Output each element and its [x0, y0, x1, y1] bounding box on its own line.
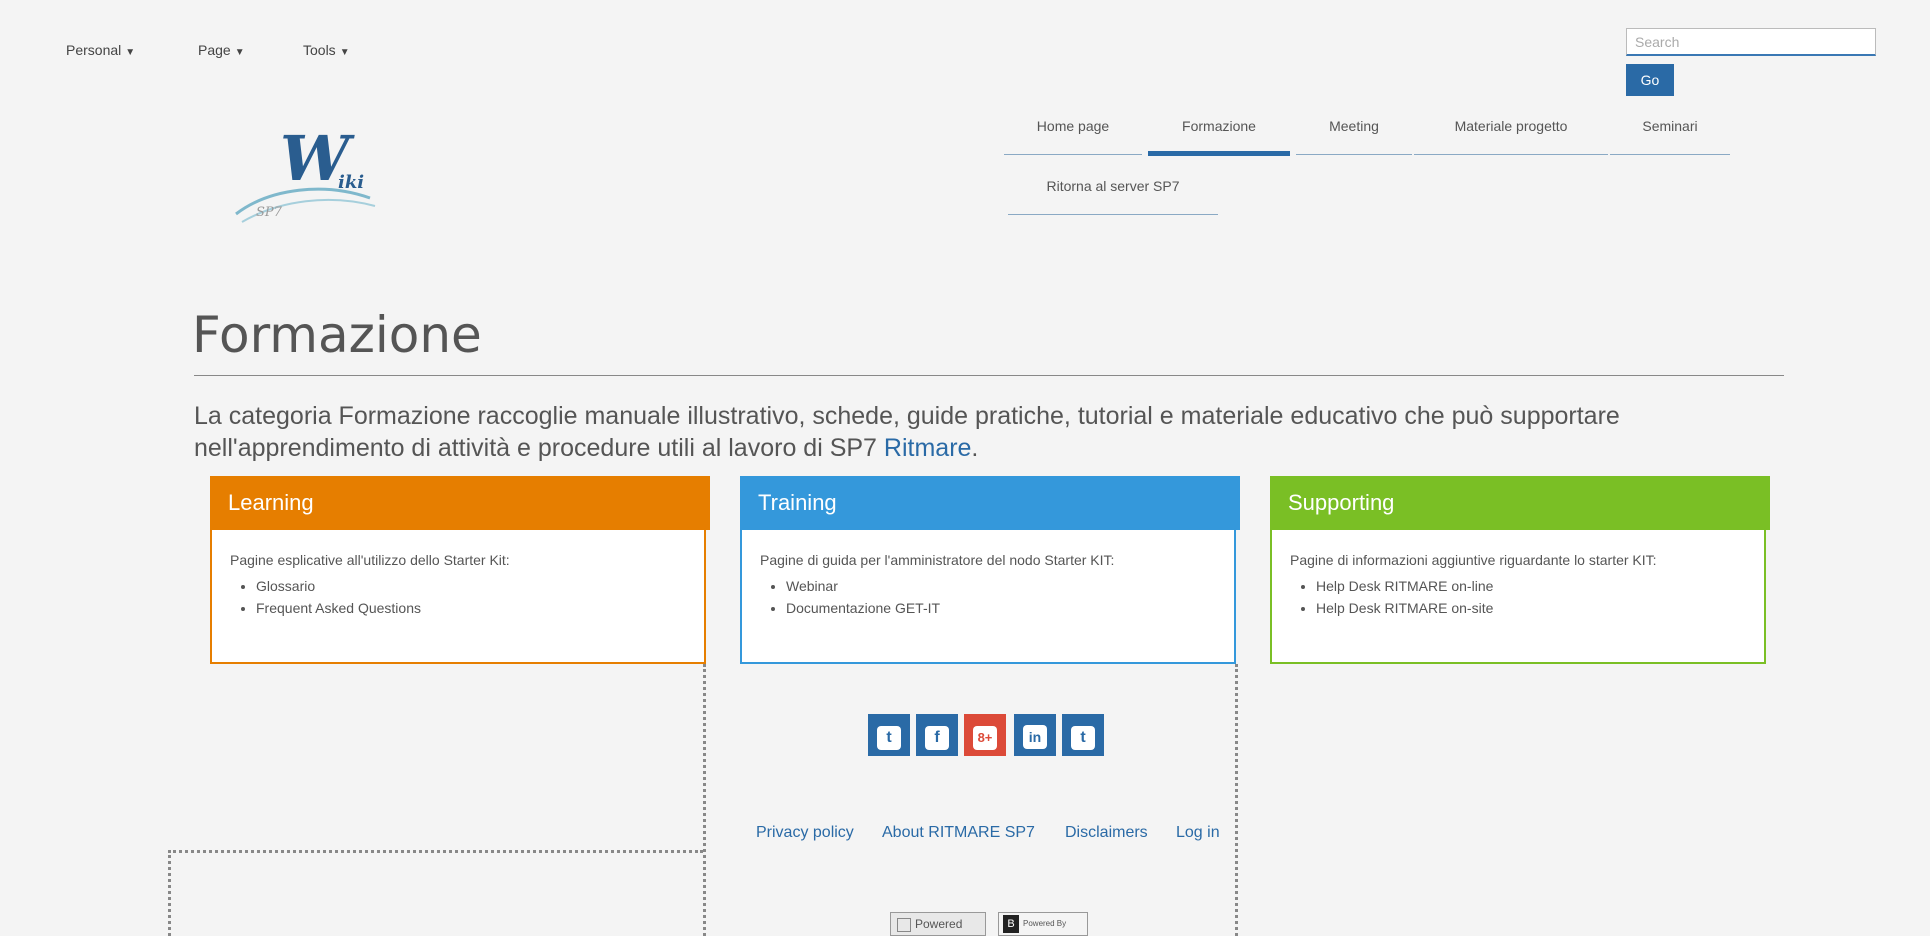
nav-formazione-label: Formazione: [1182, 118, 1256, 134]
caret-down-icon: ▼: [125, 47, 136, 58]
intro-end: .: [971, 434, 979, 462]
caret-down-icon: ▼: [339, 47, 350, 58]
logo-suffix: iki: [338, 172, 364, 193]
nav-formazione[interactable]: Formazione: [1148, 118, 1290, 134]
broken-image-icon: [897, 917, 911, 932]
dotted-divider: [703, 664, 706, 936]
list-item: Documentazione GET-IT: [786, 600, 1216, 616]
twitter-icon: t: [877, 726, 901, 750]
twitter-button[interactable]: t: [868, 714, 910, 756]
wiki-logo[interactable]: W iki SP7: [230, 118, 380, 228]
card-learning-header: Learning: [210, 476, 710, 530]
menu-tools[interactable]: Tools ▼: [303, 42, 350, 58]
menu-page[interactable]: Page ▼: [198, 42, 245, 58]
nav-underline: [1008, 214, 1218, 215]
powered-alt-text: Powered: [915, 917, 963, 931]
nav-materiale-progetto[interactable]: Materiale progetto: [1414, 118, 1608, 134]
intro-paragraph: La categoria Formazione raccoglie manual…: [194, 400, 1754, 464]
nav-underline: [1610, 154, 1730, 155]
card-supporting-list: Help Desk RITMARE on-line Help Desk RITM…: [1290, 578, 1746, 616]
list-item: Help Desk RITMARE on-site: [1316, 600, 1746, 616]
card-learning: Learning Pagine esplicative all'utilizzo…: [210, 476, 710, 664]
faq-link[interactable]: Frequent Asked Questions: [256, 600, 421, 616]
nav-active-indicator: [1148, 151, 1290, 156]
nav-underline: [1004, 154, 1142, 155]
top-bar: Personal▼ Page▼ Tools▼ Go: [0, 0, 1930, 100]
nav-home-page-label: Home page: [1036, 118, 1110, 134]
nav-ritorna-server[interactable]: Ritorna al server SP7: [1008, 178, 1218, 194]
dotted-divider: [1235, 664, 1238, 936]
list-item: Help Desk RITMARE on-line: [1316, 578, 1746, 594]
caret-down-icon: ▼: [234, 47, 245, 58]
powered-by-text: Powered By: [1023, 919, 1067, 929]
powered-by-badge[interactable]: B Powered By: [998, 912, 1088, 936]
disclaimers-link[interactable]: Disclaimers: [1065, 824, 1148, 842]
dotted-divider: [168, 850, 171, 936]
google-plus-button[interactable]: 8+: [964, 714, 1006, 756]
help-desk-online-link[interactable]: Help Desk RITMARE on-line: [1316, 578, 1493, 594]
logo-sub: SP7: [256, 205, 283, 220]
card-learning-desc: Pagine esplicative all'utilizzo dello St…: [230, 552, 510, 568]
powered-image-placeholder[interactable]: Powered: [890, 912, 986, 936]
search-input[interactable]: [1626, 28, 1876, 56]
nav-home-page[interactable]: Home page: [1004, 118, 1142, 134]
help-desk-onsite-link[interactable]: Help Desk RITMARE on-site: [1316, 600, 1493, 616]
card-supporting-desc: Pagine di informazioni aggiuntive riguar…: [1290, 552, 1657, 568]
tumblr-button[interactable]: t: [1062, 714, 1104, 756]
menu-personal[interactable]: Personal ▼: [66, 42, 135, 58]
nav-underline: [1296, 154, 1412, 155]
list-item: Glossario: [256, 578, 686, 594]
facebook-icon: f: [925, 726, 949, 750]
tumblr-icon: t: [1071, 726, 1095, 750]
about-link[interactable]: About RITMARE SP7: [882, 824, 1035, 842]
privacy-policy-link[interactable]: Privacy policy: [756, 824, 854, 842]
page-title: Formazione: [192, 306, 482, 364]
google-plus-icon: 8+: [973, 726, 997, 750]
facebook-button[interactable]: f: [916, 714, 958, 756]
card-supporting-header: Supporting: [1270, 476, 1770, 530]
title-divider: [194, 375, 1784, 376]
documentazione-link[interactable]: Documentazione GET-IT: [786, 600, 940, 616]
card-learning-list: Glossario Frequent Asked Questions: [230, 578, 686, 616]
ritmare-link[interactable]: Ritmare: [884, 434, 972, 462]
card-training-header: Training: [740, 476, 1240, 530]
nav-meeting-label: Meeting: [1329, 118, 1379, 134]
nav-underline: [1414, 154, 1608, 155]
list-item: Webinar: [786, 578, 1216, 594]
card-training-desc: Pagine di guida per l'amministratore del…: [760, 552, 1115, 568]
login-link[interactable]: Log in: [1176, 824, 1220, 842]
menu-tools-label: Tools: [303, 42, 336, 58]
dotted-divider: [168, 850, 703, 853]
webinar-link[interactable]: Webinar: [786, 578, 838, 594]
linkedin-icon: in: [1023, 725, 1047, 749]
list-item: Frequent Asked Questions: [256, 600, 686, 616]
menu-personal-label: Personal: [66, 42, 122, 58]
card-supporting: Supporting Pagine di informazioni aggiun…: [1270, 476, 1770, 664]
nav-meeting[interactable]: Meeting: [1296, 118, 1412, 134]
bootstrap-logo-icon: B: [1003, 915, 1019, 933]
linkedin-button[interactable]: in: [1014, 714, 1056, 756]
card-training: Training Pagine di guida per l'amministr…: [740, 476, 1240, 664]
glossario-link[interactable]: Glossario: [256, 578, 315, 594]
nav-seminari[interactable]: Seminari: [1610, 118, 1730, 134]
menu-page-label: Page: [198, 42, 231, 58]
go-button[interactable]: Go: [1626, 64, 1674, 96]
nav-seminari-label: Seminari: [1642, 118, 1698, 134]
nav-materiale-progetto-label: Materiale progetto: [1454, 118, 1568, 134]
card-training-list: Webinar Documentazione GET-IT: [760, 578, 1216, 616]
nav-ritorna-server-label: Ritorna al server SP7: [1046, 178, 1180, 194]
